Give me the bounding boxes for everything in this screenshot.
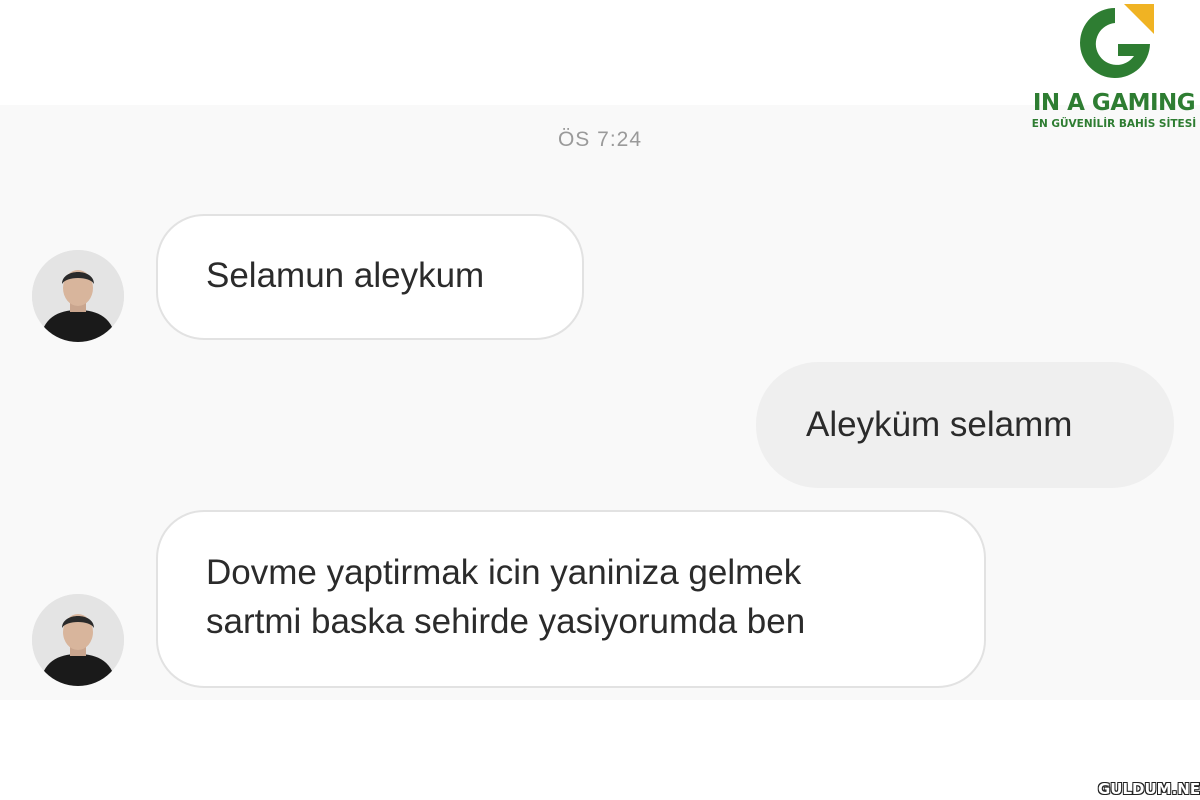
avatar-icon	[32, 594, 124, 686]
message-bubble[interactable]: Dovme yaptirmak icin yaniniza gelmek sar…	[156, 510, 986, 688]
message-text: Dovme yaptirmak icin yaniniza gelmek	[206, 553, 802, 592]
message-timestamp: ÖS 7:24	[557, 128, 643, 151]
message-text: Aleyküm selamm	[806, 405, 1073, 444]
sender-avatar[interactable]	[32, 594, 124, 686]
message-text: sartmi baska sehirde yasiyorumda ben	[206, 602, 806, 641]
site-watermark: GULDUM.NET	[1098, 780, 1200, 798]
message-bubble[interactable]: Selamun aleykum	[156, 214, 584, 340]
message-bubble[interactable]: Aleyküm selamm	[756, 362, 1174, 488]
sender-avatar[interactable]	[32, 250, 124, 342]
brand-tagline: EN GÜVENİLİR BAHİS SİTESİ	[1031, 118, 1197, 130]
avatar-icon	[32, 250, 124, 342]
logo-icon	[1080, 4, 1154, 78]
message-text: Selamun aleykum	[206, 256, 485, 295]
brand-logo: IN A GAMING EN GÜVENİLİR BAHİS SİTESİ	[1030, 2, 1198, 134]
brand-name: IN A GAMING	[1032, 90, 1196, 116]
